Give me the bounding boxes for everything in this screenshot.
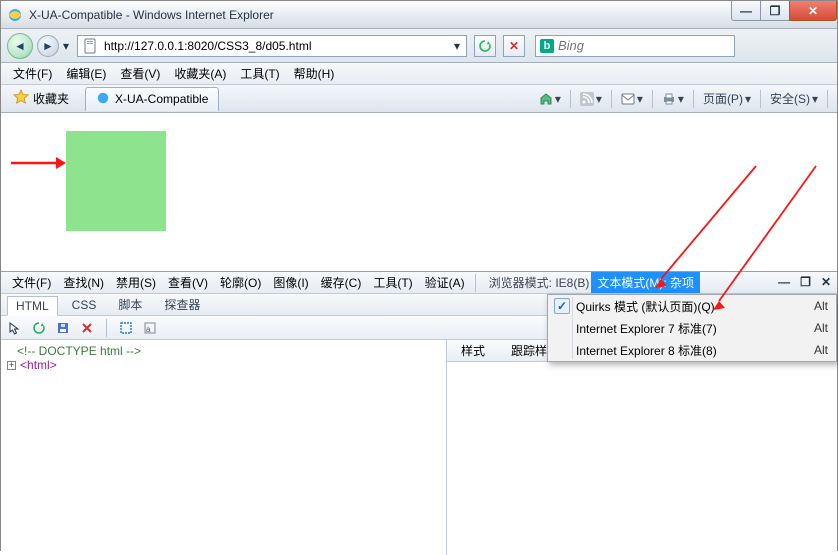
safety-menu[interactable]: 安全(S)▾ bbox=[766, 88, 822, 109]
url-dropdown-button[interactable]: ▾ bbox=[450, 39, 464, 53]
tree-doctype-comment: <!-- DOCTYPE html --> bbox=[7, 344, 440, 358]
browser-mode-menu[interactable]: 浏览器模式: IE8(B) bbox=[489, 274, 590, 291]
window-titlebar: X-UA-Compatible - Windows Internet Explo… bbox=[1, 1, 837, 29]
stop-button[interactable]: ✕ bbox=[503, 35, 525, 57]
devmenu-find[interactable]: 查找(N) bbox=[58, 272, 109, 293]
menu-favorites[interactable]: 收藏夹(A) bbox=[168, 63, 232, 84]
star-icon bbox=[13, 89, 29, 108]
favorites-button[interactable]: 收藏夹 bbox=[7, 87, 75, 110]
page-viewport bbox=[1, 113, 837, 271]
window-title: X-UA-Compatible - Windows Internet Explo… bbox=[29, 8, 274, 22]
menu-edit[interactable]: 编辑(E) bbox=[60, 63, 112, 84]
devmenu-tools[interactable]: 工具(T) bbox=[368, 272, 417, 293]
annotation-arrow-icon bbox=[11, 155, 66, 171]
search-placeholder: Bing bbox=[558, 38, 584, 53]
mail-button[interactable]: ▾ bbox=[617, 90, 647, 108]
svg-text:a: a bbox=[146, 325, 151, 334]
tab-title: X-UA-Compatible bbox=[115, 92, 208, 106]
devtools-panel: 文件(F) 查找(N) 禁用(S) 查看(V) 轮廓(O) 图像(I) 缓存(C… bbox=[1, 271, 837, 555]
devtools-undock-button[interactable]: ❐ bbox=[800, 275, 811, 289]
navigation-bar: ◄ ► ▾ ▾ ✕ b Bing bbox=[1, 29, 837, 63]
devmenu-cache[interactable]: 缓存(C) bbox=[316, 272, 367, 293]
text-mode-dropdown: ✓ Quirks 模式 (默认页面)(Q) Alt Internet Explo… bbox=[547, 294, 837, 362]
devmenu-images[interactable]: 图像(I) bbox=[268, 272, 313, 293]
menu-help[interactable]: 帮助(H) bbox=[288, 63, 341, 84]
favorites-label: 收藏夹 bbox=[33, 90, 69, 107]
devmenu-disable[interactable]: 禁用(S) bbox=[111, 272, 161, 293]
home-button[interactable]: ▾ bbox=[535, 90, 565, 108]
element-outline-icon[interactable] bbox=[118, 320, 134, 336]
search-box[interactable]: b Bing bbox=[535, 35, 735, 57]
ie-tab-icon bbox=[96, 91, 110, 108]
devtab-script[interactable]: 脚本 bbox=[110, 294, 150, 315]
menu-view[interactable]: 查看(V) bbox=[114, 63, 166, 84]
ie-logo-icon bbox=[7, 7, 23, 23]
window-minimize-button[interactable]: — bbox=[731, 1, 761, 21]
nav-history-dropdown[interactable]: ▾ bbox=[59, 39, 73, 53]
back-button[interactable]: ◄ bbox=[7, 33, 33, 59]
browser-tab[interactable]: X-UA-Compatible bbox=[85, 87, 219, 111]
demo-green-box bbox=[66, 131, 166, 231]
close-doc-icon[interactable] bbox=[79, 320, 95, 336]
devtools-minimize-button[interactable]: — bbox=[778, 275, 790, 289]
devmenu-view[interactable]: 查看(V) bbox=[163, 272, 213, 293]
forward-button[interactable]: ► bbox=[37, 35, 59, 57]
menu-bar: 文件(F) 编辑(E) 查看(V) 收藏夹(A) 工具(T) 帮助(H) bbox=[1, 63, 837, 85]
print-button[interactable]: ▾ bbox=[658, 90, 688, 108]
devmenu-outline[interactable]: 轮廓(O) bbox=[215, 272, 266, 293]
text-mode-menu[interactable]: 文本模式(M): 杂项 bbox=[591, 272, 700, 293]
devtools-menu-bar: 文件(F) 查找(N) 禁用(S) 查看(V) 轮廓(O) 图像(I) 缓存(C… bbox=[1, 272, 837, 294]
tree-html-node[interactable]: +<html> bbox=[7, 358, 440, 372]
url-input[interactable] bbox=[102, 38, 450, 54]
devmenu-file[interactable]: 文件(F) bbox=[7, 272, 56, 293]
textmode-option-ie8[interactable]: Internet Explorer 8 标准(8) Alt bbox=[548, 339, 836, 361]
check-icon: ✓ bbox=[554, 298, 570, 314]
devtools-close-button[interactable]: ✕ bbox=[821, 275, 831, 289]
page-icon bbox=[83, 38, 99, 54]
refresh-button[interactable] bbox=[474, 35, 496, 57]
window-close-button[interactable]: ✕ bbox=[789, 1, 837, 21]
select-element-icon[interactable] bbox=[7, 320, 23, 336]
devmenu-validate[interactable]: 验证(A) bbox=[420, 272, 470, 293]
styles-pane: 样式 跟踪样式 bbox=[447, 340, 837, 555]
devtab-html[interactable]: HTML bbox=[7, 296, 58, 316]
page-menu[interactable]: 页面(P)▾ bbox=[699, 88, 755, 109]
bing-icon: b bbox=[540, 39, 554, 53]
rtab-styles[interactable]: 样式 bbox=[453, 340, 493, 361]
textmode-option-quirks[interactable]: ✓ Quirks 模式 (默认页面)(Q) Alt bbox=[548, 295, 836, 317]
window-maximize-button[interactable]: ❐ bbox=[760, 1, 790, 21]
menu-tools[interactable]: 工具(T) bbox=[234, 63, 285, 84]
feeds-button[interactable]: ▾ bbox=[576, 90, 606, 108]
command-bar: 收藏夹 X-UA-Compatible ▾ ▾ ▾ ▾ 页面(P)▾ 安全(S)… bbox=[1, 85, 837, 113]
devtab-profiler[interactable]: 探查器 bbox=[156, 294, 208, 315]
menu-file[interactable]: 文件(F) bbox=[7, 63, 58, 84]
address-bar[interactable]: ▾ bbox=[77, 35, 467, 57]
devtab-css[interactable]: CSS bbox=[64, 296, 105, 314]
attributes-icon[interactable]: a bbox=[142, 320, 158, 336]
save-icon[interactable] bbox=[55, 320, 71, 336]
textmode-option-ie7[interactable]: Internet Explorer 7 标准(7) Alt bbox=[548, 317, 836, 339]
clear-cache-icon[interactable] bbox=[31, 320, 47, 336]
dom-tree[interactable]: <!-- DOCTYPE html --> +<html> bbox=[1, 340, 447, 555]
expand-icon[interactable]: + bbox=[7, 361, 16, 370]
